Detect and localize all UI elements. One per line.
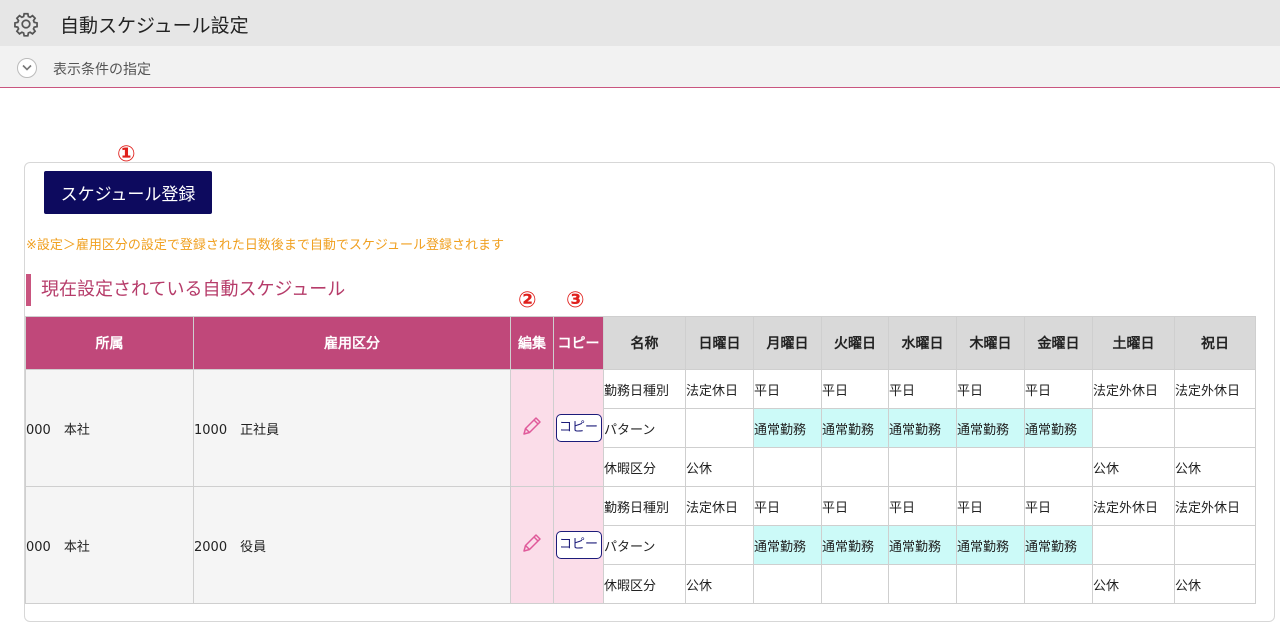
copy-button[interactable]: コピー — [555, 531, 602, 559]
schedule-cell: 公休 — [685, 447, 754, 487]
employment-cell: 1000 正社員 — [193, 369, 511, 487]
sub-row-name: 休暇区分 — [603, 447, 686, 487]
schedule-cell: 通常勤務 — [1024, 408, 1093, 448]
sub-row-name: 勤務日種別 — [603, 369, 686, 409]
schedule-cell — [1092, 525, 1175, 565]
schedule-cell — [685, 525, 754, 565]
schedule-cell: 法定休日 — [685, 369, 754, 409]
schedule-cell — [956, 447, 1025, 487]
copy-cell: コピー — [553, 369, 604, 487]
schedule-cell — [1174, 525, 1256, 565]
schedule-cell — [1092, 408, 1175, 448]
pencil-icon — [523, 534, 541, 552]
dept-cell: 000 本社 — [25, 486, 194, 604]
header-copy: コピー — [553, 316, 604, 370]
schedule-cell — [821, 447, 889, 487]
schedule-cell: 通常勤務 — [1024, 525, 1093, 565]
header-edit: 編集 — [510, 316, 554, 370]
display-condition-bar[interactable]: 表示条件の指定 — [0, 46, 1280, 88]
schedule-cell — [888, 447, 957, 487]
schedule-register-button[interactable]: スケジュール登録 — [44, 171, 212, 214]
header-dept: 所属 — [25, 316, 194, 370]
schedule-cell: 公休 — [1174, 564, 1256, 604]
schedule-cell: 通常勤務 — [956, 408, 1025, 448]
dept-cell: 000 本社 — [25, 369, 194, 487]
sub-row-name: 休暇区分 — [603, 564, 686, 604]
schedule-cell: 公休 — [1174, 447, 1256, 487]
annotation-marker-2: ② — [518, 288, 537, 313]
sub-row-name: パターン — [603, 525, 686, 565]
table-row: 000 本社 1000 正社員 コピー 勤務日種別 法定休日 平日 平日 平日 平日 平日 法定外休… — [25, 369, 1256, 487]
schedule-cell: 平日 — [1024, 486, 1093, 526]
header-monday: 月曜日 — [753, 316, 822, 370]
schedule-cell: 法定外休日 — [1092, 369, 1175, 409]
display-condition-label[interactable]: 表示条件の指定 — [53, 59, 151, 79]
schedule-cell: 公休 — [685, 564, 754, 604]
gear-icon[interactable] — [13, 11, 39, 37]
schedule-cell: 平日 — [753, 369, 822, 409]
edit-button[interactable] — [510, 486, 554, 604]
schedule-cell — [821, 564, 889, 604]
section-title: 現在設定されている自動スケジュール — [26, 274, 345, 306]
schedule-cell — [1024, 447, 1093, 487]
annotation-marker-3: ③ — [566, 288, 585, 313]
table-header-row: 所属 雇用区分 編集 コピー 名称 日曜日 月曜日 火曜日 水曜日 木曜日 金曜… — [25, 316, 1256, 370]
table-row: 000 本社 2000 役員 コピー 勤務日種別 法定休日 平日 平日 平日 平日 平日 法定外休日… — [25, 486, 1256, 604]
header-sunday: 日曜日 — [685, 316, 754, 370]
header-wednesday: 水曜日 — [888, 316, 957, 370]
copy-button[interactable]: コピー — [555, 414, 602, 442]
header-thursday: 木曜日 — [956, 316, 1025, 370]
header-name: 名称 — [603, 316, 686, 370]
schedule-cell: 平日 — [888, 486, 957, 526]
header-friday: 金曜日 — [1024, 316, 1093, 370]
schedule-cell — [753, 447, 822, 487]
schedule-cell: 法定外休日 — [1174, 369, 1256, 409]
schedule-cell: 平日 — [821, 369, 889, 409]
schedule-cell: 平日 — [753, 486, 822, 526]
schedule-cell — [888, 564, 957, 604]
page-title: 自動スケジュール設定 — [60, 15, 249, 37]
employment-cell: 2000 役員 — [193, 486, 511, 604]
sub-row-name: 勤務日種別 — [603, 486, 686, 526]
sub-row-name: パターン — [603, 408, 686, 448]
header-holiday: 祝日 — [1174, 316, 1256, 370]
edit-button[interactable] — [510, 369, 554, 487]
schedule-cell — [753, 564, 822, 604]
schedule-cell — [1024, 564, 1093, 604]
schedule-cell: 公休 — [1092, 447, 1175, 487]
schedule-cell: 通常勤務 — [956, 525, 1025, 565]
schedule-cell: 通常勤務 — [888, 408, 957, 448]
schedule-cell: 平日 — [888, 369, 957, 409]
header-employment: 雇用区分 — [193, 316, 511, 370]
schedule-cell — [685, 408, 754, 448]
schedule-cell: 平日 — [821, 486, 889, 526]
schedule-cell: 平日 — [956, 486, 1025, 526]
schedule-cell: 通常勤務 — [753, 525, 822, 565]
pencil-icon — [523, 417, 541, 435]
schedule-cell: 公休 — [1092, 564, 1175, 604]
header-tuesday: 火曜日 — [821, 316, 889, 370]
schedule-cell: 平日 — [956, 369, 1025, 409]
annotation-marker-1: ① — [117, 142, 136, 167]
schedule-table: 所属 雇用区分 編集 コピー 名称 日曜日 月曜日 火曜日 水曜日 木曜日 金曜… — [25, 316, 1256, 604]
schedule-cell — [1174, 408, 1256, 448]
title-bar: 自動スケジュール設定 — [0, 0, 1280, 46]
chevron-down-icon[interactable] — [17, 58, 37, 78]
schedule-cell: 通常勤務 — [821, 525, 889, 565]
schedule-cell: 法定外休日 — [1174, 486, 1256, 526]
schedule-cell: 法定休日 — [685, 486, 754, 526]
schedule-cell: 平日 — [1024, 369, 1093, 409]
schedule-cell: 法定外休日 — [1092, 486, 1175, 526]
schedule-cell — [956, 564, 1025, 604]
notice-text: ※設定＞雇用区分の設定で登録された日数後まで自動でスケジュール登録されます — [26, 238, 504, 253]
copy-cell: コピー — [553, 486, 604, 604]
schedule-cell: 通常勤務 — [821, 408, 889, 448]
header-saturday: 土曜日 — [1092, 316, 1175, 370]
schedule-cell: 通常勤務 — [888, 525, 957, 565]
schedule-cell: 通常勤務 — [753, 408, 822, 448]
